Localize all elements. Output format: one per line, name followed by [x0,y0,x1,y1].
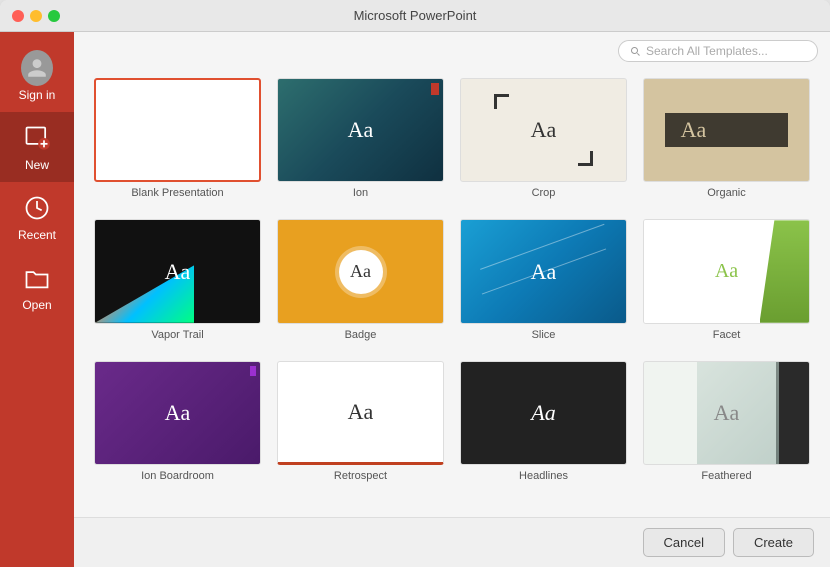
template-thumb-slice: Aa [460,219,627,323]
recent-label: Recent [18,228,56,242]
template-thumb-organic: Aa [643,78,810,182]
search-input[interactable] [646,44,807,58]
new-icon [21,122,53,154]
minimize-button[interactable] [30,10,42,22]
cancel-button[interactable]: Cancel [643,528,725,557]
template-item-facet[interactable]: Aa Facet [643,219,810,340]
template-label-facet: Facet [713,329,741,341]
sidebar-item-recent[interactable]: Recent [0,182,74,252]
template-item-headlines[interactable]: Aa Headlines [460,361,627,482]
templates-grid: Blank PresentationAaIonAaCropAaOrganicAa… [74,68,830,517]
recent-icon [21,192,53,224]
template-thumb-crop: Aa [460,78,627,182]
template-label-ion: Ion [353,187,368,199]
template-thumb-facet: Aa [643,219,810,323]
template-item-crop[interactable]: Aa Crop [460,78,627,199]
template-item-organic[interactable]: Aa Organic [643,78,810,199]
template-label-headlines: Headlines [519,470,568,482]
template-thumb-retrospect: Aa [277,361,444,465]
template-label-blank: Blank Presentation [131,187,223,199]
maximize-button[interactable] [48,10,60,22]
signin-label: Sign in [19,88,56,102]
title-bar: Microsoft PowerPoint [0,0,830,32]
template-item-blank[interactable]: Blank Presentation [94,78,261,199]
template-label-slice: Slice [532,329,556,341]
open-icon [21,262,53,294]
template-label-badge: Badge [345,329,377,341]
sidebar-item-open[interactable]: Open [0,252,74,322]
sidebar: Sign in New Recent [0,32,74,567]
open-label: Open [22,298,51,312]
footer: Cancel Create [74,517,830,567]
traffic-lights [12,10,60,22]
app-body: Sign in New Recent [0,32,830,567]
template-item-ion[interactable]: Aa Ion [277,78,444,199]
template-item-feathered[interactable]: Aa Feathered [643,361,810,482]
template-thumb-vapor-trail: Aa [94,219,261,323]
search-wrapper [618,40,818,62]
create-button[interactable]: Create [733,528,814,557]
search-icon [629,45,641,57]
close-button[interactable] [12,10,24,22]
content-area: Blank PresentationAaIonAaCropAaOrganicAa… [74,32,830,567]
template-label-ion-boardroom: Ion Boardroom [141,470,214,482]
sidebar-item-new[interactable]: New [0,112,74,182]
template-thumb-badge: Aa [277,219,444,323]
new-label: New [25,158,49,172]
template-item-slice[interactable]: Aa Slice [460,219,627,340]
template-thumb-blank [94,78,261,182]
sidebar-item-signin[interactable]: Sign in [0,42,74,112]
template-label-retrospect: Retrospect [334,470,387,482]
template-thumb-ion-boardroom: Aa [94,361,261,465]
template-label-organic: Organic [707,187,746,199]
template-item-ion-boardroom[interactable]: Aa Ion Boardroom [94,361,261,482]
template-label-crop: Crop [532,187,556,199]
template-thumb-ion: Aa [277,78,444,182]
template-label-feathered: Feathered [701,470,751,482]
template-thumb-headlines: Aa [460,361,627,465]
signin-icon [21,52,53,84]
template-label-vapor-trail: Vapor Trail [151,329,203,341]
window-title: Microsoft PowerPoint [354,8,477,23]
template-thumb-feathered: Aa [643,361,810,465]
template-item-vapor-trail[interactable]: Aa Vapor Trail [94,219,261,340]
search-bar [74,32,830,68]
template-item-badge[interactable]: Aa Badge [277,219,444,340]
template-item-retrospect[interactable]: Aa Retrospect [277,361,444,482]
